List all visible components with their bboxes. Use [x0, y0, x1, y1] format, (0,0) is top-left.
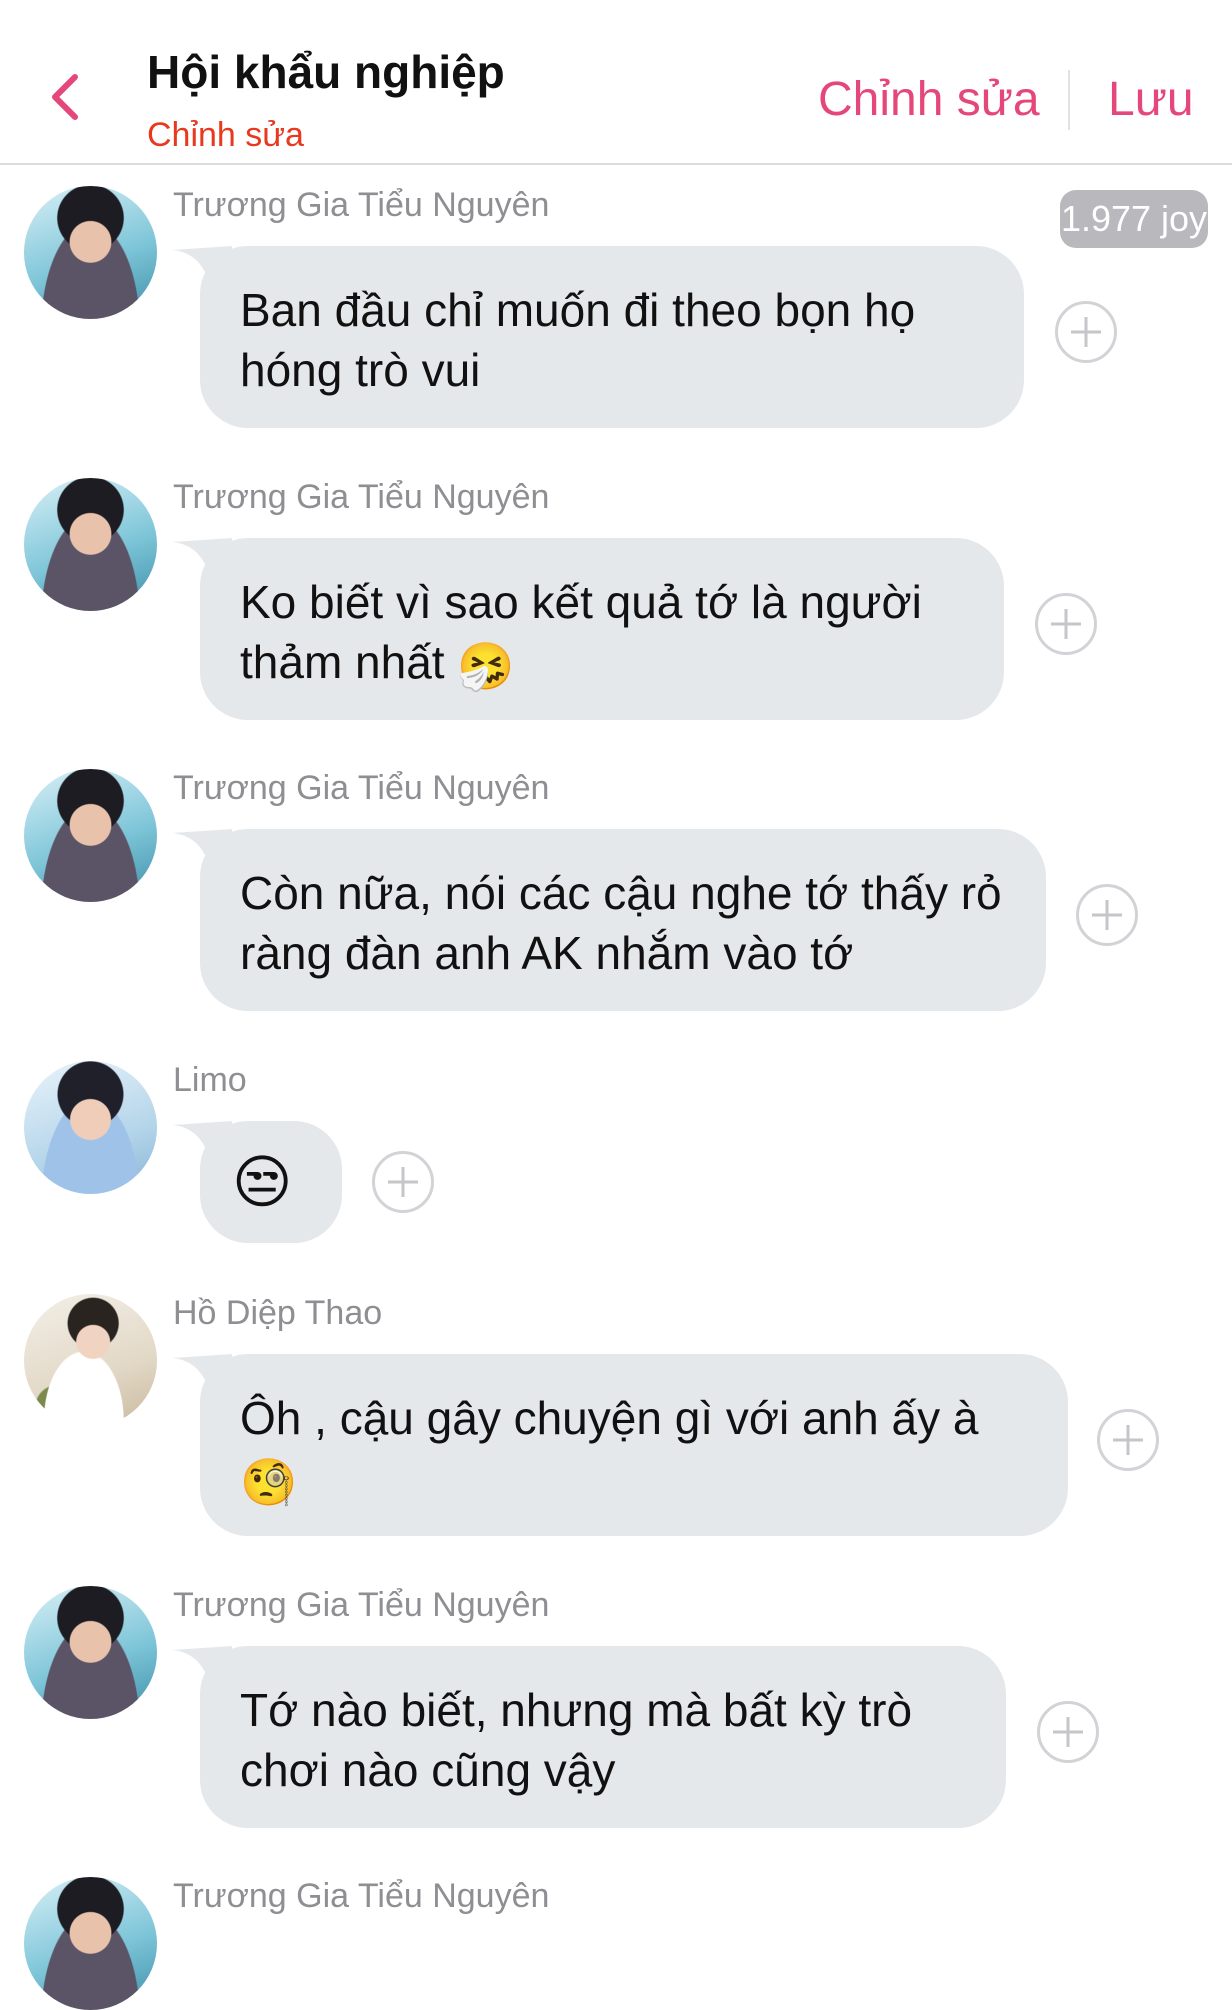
- bubble-tail: [172, 829, 232, 875]
- face-with-monocle-emoji: 🧐: [240, 1454, 298, 1509]
- message-text: Còn nữa, nói các cậu nghe tớ thấy rỏ ràn…: [240, 867, 1002, 979]
- joy-count-badge: 1.977 joy: [1060, 190, 1208, 248]
- bubble-tail: [172, 1354, 232, 1400]
- sender-name: Trương Gia Tiểu Nguyên: [173, 1877, 550, 1915]
- back-button[interactable]: [40, 62, 90, 132]
- bubble-tail: [172, 1121, 232, 1167]
- avatar[interactable]: [24, 478, 157, 611]
- add-reaction-button[interactable]: [1076, 884, 1138, 946]
- unamused-face-emoji: 😒: [232, 1148, 293, 1216]
- sender-name: Trương Gia Tiểu Nguyên: [173, 186, 550, 224]
- avatar[interactable]: [24, 186, 157, 319]
- avatar[interactable]: [24, 1877, 157, 2010]
- message-bubble[interactable]: Ôh , cậu gây chuyện gì với anh ấy à 🧐: [172, 1354, 1068, 1536]
- header-divider: [1068, 70, 1070, 130]
- message-bubble[interactable]: Ban đầu chỉ muốn đi theo bọn họ hóng trò…: [172, 246, 1024, 428]
- sender-name: Hồ Diệp Thao: [173, 1294, 383, 1332]
- message-text: Ôh , cậu gây chuyện gì với anh ấy à 🧐: [240, 1388, 1028, 1512]
- message-bubble[interactable]: Tớ nào biết, nhưng mà bất kỳ trò chơi nà…: [172, 1646, 1006, 1828]
- sender-name: Trương Gia Tiểu Nguyên: [173, 478, 550, 516]
- avatar[interactable]: [24, 1586, 157, 1719]
- message-text: Ban đầu chỉ muốn đi theo bọn họ hóng trò…: [240, 284, 916, 396]
- message-bubble[interactable]: Còn nữa, nói các cậu nghe tớ thấy rỏ ràn…: [172, 829, 1046, 1011]
- bubble-tail: [172, 538, 232, 584]
- avatar[interactable]: [24, 1061, 157, 1194]
- add-reaction-button[interactable]: [372, 1151, 434, 1213]
- avatar[interactable]: [24, 1294, 157, 1427]
- bubble-tail: [172, 246, 232, 292]
- add-reaction-button[interactable]: [1097, 1409, 1159, 1471]
- sender-name: Trương Gia Tiểu Nguyên: [173, 769, 550, 807]
- bubble-tail: [172, 1646, 232, 1692]
- sneezing-face-emoji: 🤧: [457, 638, 515, 693]
- avatar[interactable]: [24, 769, 157, 902]
- chat-header: Hội khẩu nghiệp Chỉnh sửa Chỉnh sửa Lưu: [0, 0, 1232, 165]
- message-text: Ko biết vì sao kết quả tớ là người thảm …: [240, 572, 964, 696]
- add-reaction-button[interactable]: [1037, 1701, 1099, 1763]
- sender-name: Limo: [173, 1061, 247, 1099]
- add-reaction-button[interactable]: [1035, 593, 1097, 655]
- chevron-left-icon: [52, 74, 78, 120]
- message-bubble[interactable]: 😒: [172, 1121, 342, 1243]
- sender-name: Trương Gia Tiểu Nguyên: [173, 1586, 550, 1624]
- add-reaction-button[interactable]: [1055, 301, 1117, 363]
- message-bubble[interactable]: Ko biết vì sao kết quả tớ là người thảm …: [172, 538, 1004, 720]
- chat-subtitle[interactable]: Chỉnh sửa: [147, 116, 304, 155]
- chat-title: Hội khẩu nghiệp: [147, 46, 505, 98]
- save-button[interactable]: Lưu: [1108, 72, 1194, 127]
- message-text: Tớ nào biết, nhưng mà bất kỳ trò chơi nà…: [240, 1684, 913, 1796]
- edit-button[interactable]: Chỉnh sửa: [818, 72, 1040, 127]
